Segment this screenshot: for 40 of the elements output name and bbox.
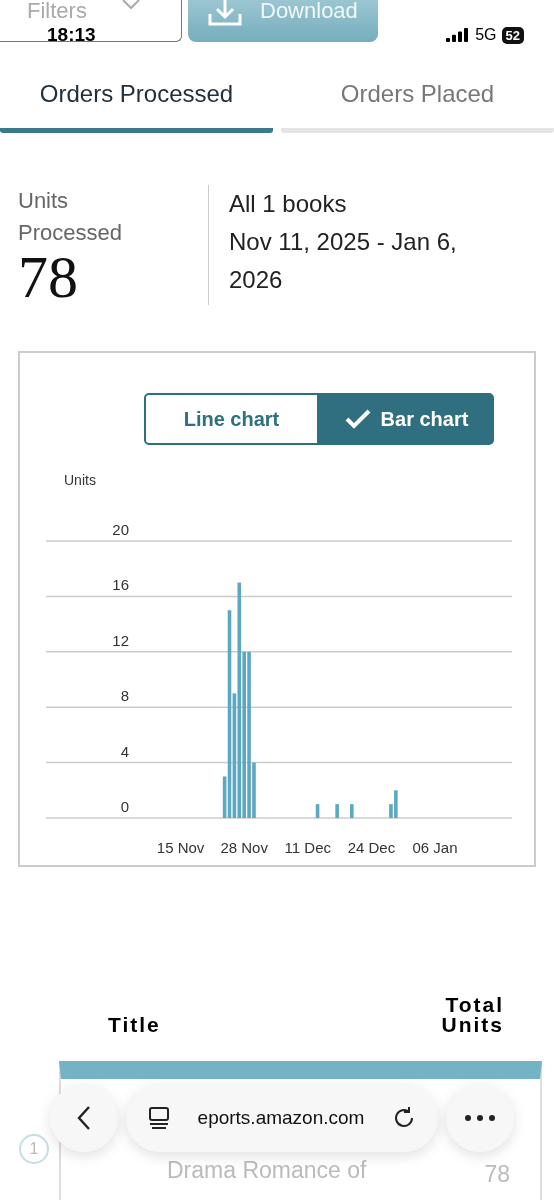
back-icon bbox=[77, 1105, 91, 1131]
axis-tick-label: 16 bbox=[112, 576, 129, 594]
chart-toggle-button[interactable]: Line chart bbox=[144, 393, 319, 445]
axis-tick-label: 12 bbox=[112, 631, 129, 649]
axis-tick-label: 24 Dec bbox=[347, 839, 396, 856]
axis-tick-label: 0 bbox=[120, 798, 129, 815]
check-icon bbox=[344, 409, 371, 429]
reload-icon bbox=[392, 1106, 416, 1130]
battery-indicator: 52 bbox=[501, 26, 524, 44]
tabs-icon bbox=[148, 1106, 170, 1130]
address-bar[interactable]: eports.amazon.com bbox=[126, 1084, 438, 1152]
bar bbox=[350, 804, 354, 818]
column-header: Total Units bbox=[440, 995, 504, 1035]
signal-icon bbox=[446, 28, 471, 42]
chevron-down-icon bbox=[121, 0, 141, 10]
units-label: Units Processed bbox=[18, 187, 123, 247]
tab[interactable]: Orders Processed bbox=[0, 66, 273, 133]
url-text: eports.amazon.com bbox=[197, 1107, 365, 1129]
axis-tick-label: 15 Nov bbox=[156, 839, 205, 856]
column-header: Title bbox=[108, 1015, 161, 1035]
bar bbox=[335, 804, 339, 818]
date-range-text: Nov 11, 2025 - Jan 6, 2026 bbox=[229, 227, 458, 295]
download-icon bbox=[208, 0, 242, 26]
more-icon bbox=[465, 1115, 495, 1121]
bar bbox=[315, 804, 320, 818]
scope-text: All 1 books bbox=[229, 189, 348, 219]
tab[interactable]: Orders Placed bbox=[281, 66, 554, 133]
axis-tick-label: 20 bbox=[112, 521, 129, 538]
axis-tick-label: 28 Nov bbox=[220, 839, 268, 856]
axis-tick-label: 06 Jan bbox=[412, 839, 458, 856]
axis-label: Units bbox=[64, 472, 96, 488]
axis-tick-label: 8 bbox=[120, 687, 129, 705]
total-units: 78 bbox=[484, 1161, 510, 1188]
axis-tick-label: 11 Dec bbox=[284, 839, 331, 856]
axis-tick-label: 4 bbox=[120, 742, 129, 760]
network-label: 5G bbox=[475, 26, 497, 44]
rank-badge: 1 bbox=[19, 1134, 49, 1164]
book-title: Drama Romance of bbox=[167, 1157, 367, 1184]
units-value: 78 bbox=[18, 249, 79, 305]
chart-toggle-button[interactable]: Bar chart bbox=[319, 393, 494, 445]
